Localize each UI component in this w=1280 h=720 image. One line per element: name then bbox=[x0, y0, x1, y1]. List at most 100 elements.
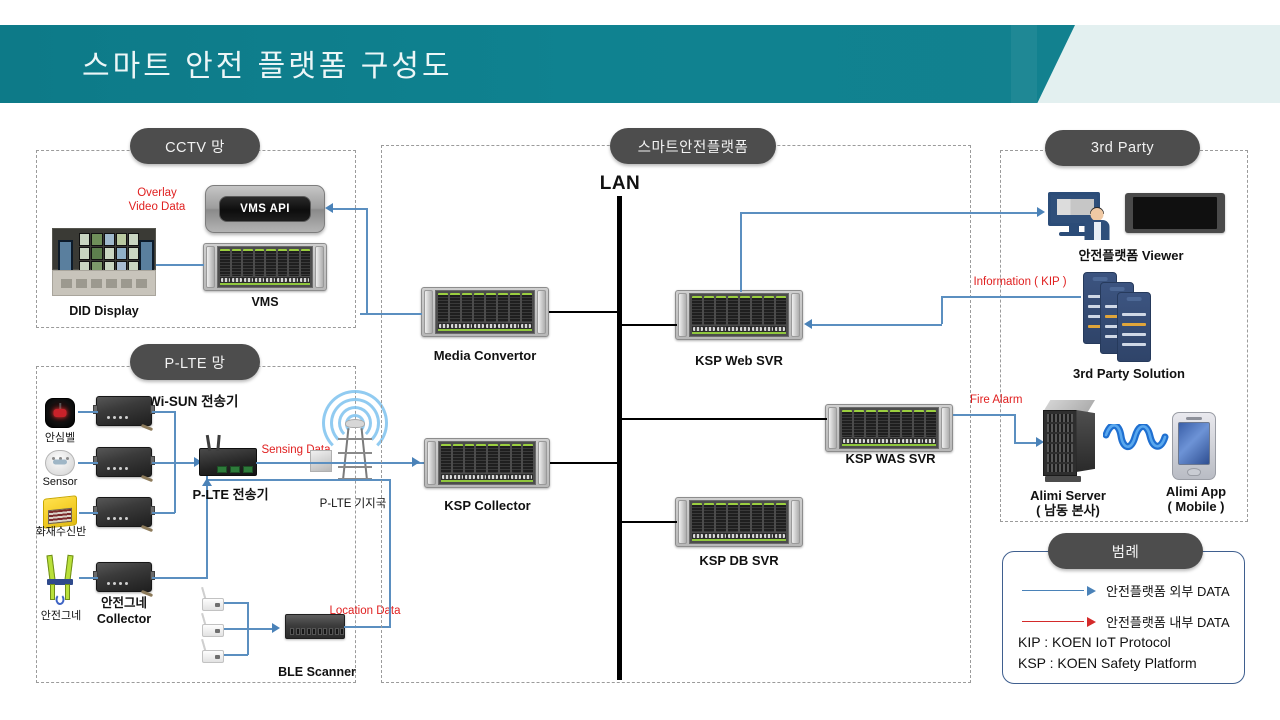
viewer-operator-icon bbox=[1084, 207, 1110, 240]
legend-row-internal: 안전플랫폼 내부 DATA bbox=[1022, 612, 1230, 631]
information-kip-label: Information ( KIP ) bbox=[973, 276, 1067, 288]
wisun-bus-vertical-lower bbox=[174, 462, 176, 513]
wisun-3-branch bbox=[152, 512, 175, 514]
harness-collector-label-1: 안전그네 bbox=[100, 596, 147, 610]
vms-api-label: VMS API bbox=[218, 195, 312, 223]
overlay-video-data-label-line1: Overlay bbox=[137, 187, 177, 199]
diagram-canvas: 스마트 안전 플랫폼 구성도 CCTV 망 Overlay Video Data… bbox=[0, 0, 1280, 720]
fire-receiver-label: 화재수신반 bbox=[35, 526, 87, 538]
plte-transmitter-label: P-LTE 전송기 bbox=[192, 487, 269, 502]
kip-line-h-top bbox=[941, 296, 1081, 298]
kip-line-v bbox=[941, 296, 943, 324]
legend-note-ksp: KSP : KOEN Safety Platform bbox=[1018, 655, 1197, 671]
safety-harness-icon bbox=[46, 554, 74, 605]
zone-label-platform: 스마트안전플랫폼 bbox=[610, 128, 776, 164]
ksp-collector-rack bbox=[424, 438, 550, 488]
rack-blades bbox=[220, 249, 310, 277]
media-convertor-label: Media Convertor bbox=[433, 348, 537, 363]
viewer-feed-riser bbox=[740, 212, 742, 292]
link-media-to-lan bbox=[549, 311, 619, 314]
ksp-was-svr-rack bbox=[825, 404, 953, 452]
alimi-app-label-2: ( Mobile ) bbox=[1167, 499, 1225, 514]
legend-note-kip: KIP : KOEN IoT Protocol bbox=[1018, 634, 1171, 650]
vms-server-rack bbox=[203, 243, 327, 291]
ble-scanner-label: BLE Scanner bbox=[278, 665, 356, 679]
smoke-sensor-label: Sensor bbox=[42, 476, 78, 488]
smoke-sensor-icon bbox=[45, 450, 75, 476]
wireless-signal-wave-icon bbox=[1103, 424, 1169, 451]
link-did-to-vms bbox=[156, 264, 204, 266]
media-to-vmsapi-v bbox=[366, 208, 368, 314]
alimi-server-rack bbox=[1043, 400, 1095, 482]
lan-bus-line bbox=[617, 196, 622, 680]
plte-transmitter bbox=[199, 434, 257, 476]
legend-label-external: 안전플랫폼 외부 DATA bbox=[1106, 584, 1230, 599]
arrow-kip-to-web-svr bbox=[804, 319, 812, 329]
vms-label: VMS bbox=[251, 295, 279, 309]
videowall-base bbox=[52, 270, 156, 296]
fire-alarm-line-h-top bbox=[953, 414, 1015, 416]
rack-ear-left bbox=[206, 246, 215, 288]
arrow-location-to-plte bbox=[202, 478, 212, 486]
did-display-videowall bbox=[52, 228, 156, 296]
link-bell-to-wisun1 bbox=[78, 411, 98, 413]
fire-receiver-icon bbox=[43, 495, 77, 529]
rack-port-strip bbox=[220, 277, 310, 285]
overlay-video-data-label-line2: Video Data bbox=[128, 201, 186, 213]
media-to-vmsapi-h1 bbox=[360, 313, 422, 315]
alimi-server-label-1: Alimi Server bbox=[1030, 488, 1106, 503]
arrow-to-viewer bbox=[1037, 207, 1045, 217]
rack-ear-right bbox=[315, 246, 324, 288]
ksp-collector-label: KSP Collector bbox=[444, 498, 531, 513]
link-firepanel-to-wisun3 bbox=[79, 512, 98, 514]
ksp-web-svr-label: KSP Web SVR bbox=[695, 353, 783, 368]
thirdparty-solution-servers bbox=[1083, 272, 1155, 362]
wisun-to-plte-line bbox=[174, 462, 196, 464]
vms-api-box: VMS API bbox=[205, 185, 325, 233]
tower-cabinet bbox=[310, 450, 332, 472]
location-data-return-h bbox=[208, 479, 390, 481]
safety-bell-icon bbox=[45, 398, 75, 428]
tower-mast bbox=[338, 428, 372, 481]
thirdparty-wide-display bbox=[1125, 193, 1225, 233]
legend-arrow-external-icon bbox=[1022, 585, 1096, 596]
link-sensor-to-wisun2 bbox=[78, 462, 98, 464]
alimi-app-mobile-device bbox=[1172, 412, 1216, 480]
media-convertor-rack bbox=[421, 287, 549, 337]
lan-label: LAN bbox=[599, 173, 641, 194]
alimi-server-label-2: ( 남동 본사) bbox=[1036, 503, 1100, 518]
zone-label-plte: P-LTE 망 bbox=[130, 344, 260, 380]
harness-collector-branch bbox=[152, 577, 208, 579]
legend-row-external: 안전플랫폼 외부 DATA bbox=[1022, 581, 1230, 600]
tower-dish-icon bbox=[345, 419, 365, 428]
link-lan-to-db bbox=[617, 521, 677, 524]
did-display-label: DID Display bbox=[69, 304, 139, 318]
rack-body bbox=[217, 246, 313, 288]
safety-harness-label: 안전그네 bbox=[40, 610, 82, 622]
wisun-transmitter-3 bbox=[93, 497, 155, 533]
safety-bell-label: 안심벨 bbox=[44, 432, 76, 444]
plte-basestation-tower bbox=[310, 390, 388, 486]
zone-label-cctv: CCTV 망 bbox=[130, 128, 260, 164]
fire-alarm-line-v bbox=[1014, 414, 1016, 443]
zone-label-thirdparty: 3rd Party bbox=[1045, 130, 1200, 166]
media-to-vmsapi-h2 bbox=[333, 208, 367, 210]
legend-arrow-internal-icon bbox=[1022, 616, 1096, 627]
arrow-to-vms-api bbox=[325, 203, 333, 213]
ksp-was-svr-label: KSP WAS SVR bbox=[845, 451, 936, 466]
link-lan-to-web bbox=[617, 324, 677, 327]
link-collector-to-lan bbox=[550, 462, 619, 465]
harness-collector-box bbox=[93, 562, 155, 598]
wisun-1-branch bbox=[152, 411, 175, 413]
legend-title-pill: 범례 bbox=[1048, 533, 1203, 569]
wisun-bus-vertical-upper bbox=[174, 411, 176, 463]
harness-collector-label-2: Collector bbox=[96, 612, 152, 626]
ble-branch-1 bbox=[224, 602, 248, 604]
arrow-ble-to-switch bbox=[272, 623, 280, 633]
fire-alarm-label: Fire Alarm bbox=[970, 394, 1023, 406]
viewer-feed-h bbox=[740, 212, 1040, 214]
kip-line-h-bottom bbox=[812, 324, 942, 326]
thirdparty-solution-label: 3rd Party Solution bbox=[1073, 366, 1185, 381]
page-title: 스마트 안전 플랫폼 구성도 bbox=[82, 50, 453, 83]
wisun-transmitter-label: Wi-SUN 전송기 bbox=[148, 394, 239, 409]
